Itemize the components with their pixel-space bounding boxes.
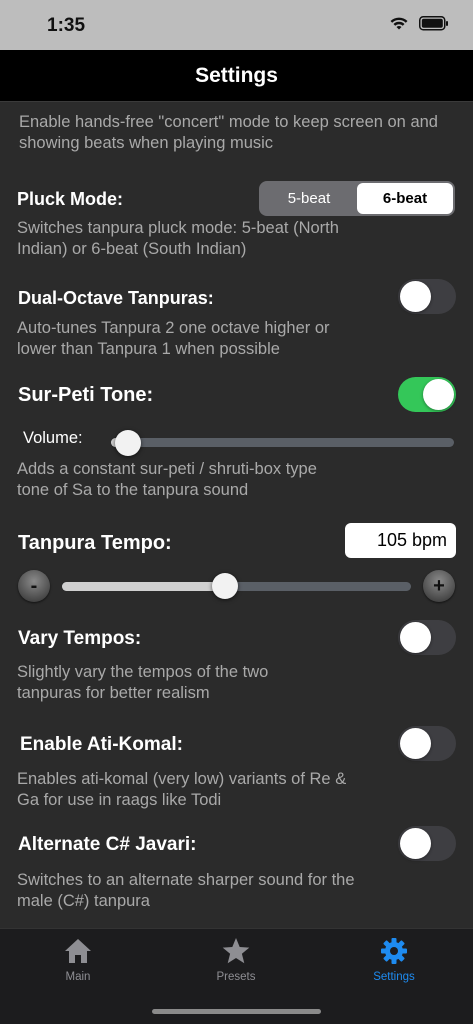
toggle-knob	[400, 828, 431, 859]
ati-komal-toggle[interactable]	[398, 726, 456, 761]
segment-6-beat[interactable]: 6-beat	[357, 183, 453, 214]
tempo-decrement-button[interactable]: -	[18, 570, 50, 602]
status-bar: 1:35	[0, 0, 473, 50]
volume-slider-track[interactable]	[111, 438, 454, 447]
tab-settings-label: Settings	[373, 971, 415, 983]
tempo-label: Tanpura Tempo:	[18, 532, 172, 554]
javari-description: Switches to an alternate sharper sound f…	[17, 871, 355, 910]
javari-toggle[interactable]	[398, 826, 456, 861]
tab-presets[interactable]: Presets	[176, 937, 296, 983]
tab-main[interactable]: Main	[18, 937, 138, 983]
javari-label: Alternate C# Javari:	[18, 834, 197, 855]
gear-icon	[381, 938, 407, 964]
tab-presets-label: Presets	[216, 971, 256, 983]
home-indicator	[152, 1009, 321, 1014]
nav-bar: Settings	[0, 50, 473, 102]
pluck-mode-description: Switches tanpura pluck mode: 5-beat (Nor…	[17, 219, 339, 258]
status-time: 1:35	[47, 15, 86, 36]
sur-peti-description: Adds a constant sur-peti / shruti-box ty…	[17, 460, 317, 499]
page-title: Settings	[195, 64, 278, 87]
settings-list[interactable]: Enable hands-free "concert" mode to keep…	[0, 102, 473, 928]
tempo-value-field[interactable]: 105 bpm	[345, 523, 456, 558]
dual-octave-label: Dual-Octave Tanpuras:	[18, 288, 214, 308]
tempo-slider-fill	[62, 582, 225, 591]
tab-settings[interactable]: Settings	[334, 937, 454, 983]
star-icon	[222, 938, 250, 964]
toggle-knob	[400, 281, 431, 312]
pluck-mode-segmented-control: 5-beat 6-beat	[259, 181, 455, 216]
pluck-mode-label: Pluck Mode:	[17, 189, 124, 209]
vary-tempos-label: Vary Tempos:	[18, 628, 142, 649]
wifi-icon	[390, 17, 408, 30]
vary-tempos-description: Slightly vary the tempos of the two tanp…	[17, 663, 269, 702]
volume-label: Volume:	[23, 429, 83, 447]
dual-octave-toggle[interactable]	[398, 279, 456, 314]
sur-peti-label: Sur-Peti Tone:	[18, 384, 154, 406]
home-icon	[65, 939, 91, 963]
battery-icon	[419, 16, 448, 31]
concert-mode-description: Enable hands-free "concert" mode to keep…	[19, 113, 438, 152]
sur-peti-toggle[interactable]	[398, 377, 456, 412]
dual-octave-description: Auto-tunes Tanpura 2 one octave higher o…	[17, 319, 330, 358]
toggle-knob	[400, 622, 431, 653]
ati-komal-description: Enables ati-komal (very low) variants of…	[17, 770, 347, 809]
segment-5-beat[interactable]: 5-beat	[261, 183, 357, 214]
vary-tempos-toggle[interactable]	[398, 620, 456, 655]
ati-komal-label: Enable Ati-Komal:	[20, 734, 183, 755]
toggle-knob	[400, 728, 431, 759]
tab-main-label: Main	[65, 971, 91, 983]
volume-slider-thumb[interactable]	[115, 430, 142, 456]
status-icons	[389, 16, 449, 31]
toggle-knob	[423, 379, 454, 410]
tempo-slider-thumb[interactable]	[211, 573, 238, 599]
tempo-increment-button[interactable]: +	[423, 570, 455, 602]
